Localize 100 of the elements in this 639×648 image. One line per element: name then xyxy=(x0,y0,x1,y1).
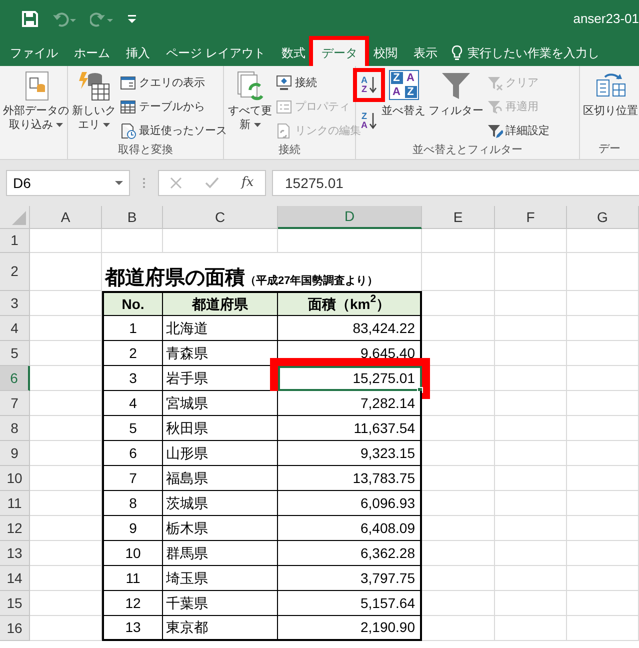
group-label: デー xyxy=(598,143,620,155)
table-cell: 7 xyxy=(102,466,163,491)
column-header[interactable]: E xyxy=(422,206,495,229)
table-cell: 83,424.22 xyxy=(278,316,422,341)
table-cell: 6,408.09 xyxy=(278,516,422,541)
funnel-icon xyxy=(486,99,502,115)
table-cell: 5,157.64 xyxy=(278,591,422,616)
table-cell: 秋田県 xyxy=(163,416,278,441)
lightbulb-icon xyxy=(451,45,464,61)
table-cell: 9,323.15 xyxy=(278,441,422,466)
table-cell: 山形県 xyxy=(163,441,278,466)
ribbon-tab[interactable]: 挿入 xyxy=(118,40,158,66)
function-button[interactable]: fx xyxy=(242,173,254,193)
row-header[interactable]: 3 xyxy=(0,291,30,316)
ribbon-button[interactable]: 最近使ったソース xyxy=(120,120,227,142)
ribbon-button[interactable]: 区切り位置 xyxy=(583,70,638,118)
row-header[interactable]: 14 xyxy=(0,566,30,591)
table-cell: 東京都 xyxy=(163,616,278,641)
formula-field[interactable]: 15275.01 xyxy=(272,170,639,196)
ribbon-tab[interactable]: 表示 xyxy=(405,40,446,66)
column-header[interactable]: D xyxy=(278,206,422,229)
funnel-icon xyxy=(486,123,502,139)
ribbon-button[interactable]: 詳細設定 xyxy=(486,120,550,142)
table-cell: 3,797.75 xyxy=(278,566,422,591)
column-heading: 面積（km$^{2}$） xyxy=(278,291,422,316)
table-cell: 10 xyxy=(102,541,163,566)
arrow-icon xyxy=(368,76,376,94)
customize-icon[interactable] xyxy=(128,15,136,23)
row-header[interactable]: 12 xyxy=(0,516,30,541)
row-header[interactable]: 7 xyxy=(0,391,30,416)
table-cell: 13,783.75 xyxy=(278,466,422,491)
ribbon-tab[interactable]: データ xyxy=(313,40,366,66)
name-box[interactable]: D6 xyxy=(6,170,130,196)
table-cell: 7,282.14 xyxy=(278,391,422,416)
ribbon-button[interactable]: フィルター xyxy=(428,70,484,118)
row-header[interactable]: 8 xyxy=(0,416,30,441)
table-cell: 2,190.90 xyxy=(278,616,422,641)
ribbon-button[interactable]: テーブルから xyxy=(120,96,227,118)
ribbon-button[interactable]: 外部データの取り込み xyxy=(3,70,69,132)
ribbon-tab[interactable]: 校閲 xyxy=(365,40,406,66)
ribbon-tab[interactable]: ホーム xyxy=(66,40,118,66)
table-cell: 6,362.28 xyxy=(278,541,422,566)
table-cell: 11 xyxy=(102,566,163,591)
ribbon-tab[interactable]: 数式 xyxy=(273,40,314,66)
tell-me-field[interactable]: 実行したい作業を入力し xyxy=(467,44,600,62)
row-header[interactable]: 1 xyxy=(0,229,30,253)
ribbon-button[interactable]: すべて更新 xyxy=(227,70,273,132)
ribbon-button[interactable]: 新しいクエリ xyxy=(71,70,117,132)
table-cell: 宮城県 xyxy=(163,391,278,416)
table-cell: 5 xyxy=(102,416,163,441)
sort-button[interactable]: A Z xyxy=(359,74,378,96)
table-cell: 8 xyxy=(102,491,163,516)
sheet-title: 都道府県の面積 xyxy=(105,268,245,288)
row-header[interactable]: 4 xyxy=(0,316,30,341)
ribbon-tab[interactable]: ページ レイアウト xyxy=(158,40,274,66)
sort-button[interactable]: Z A xyxy=(359,110,378,132)
list-icon xyxy=(276,99,292,115)
clock-icon xyxy=(120,123,136,139)
row-header[interactable]: 11 xyxy=(0,491,30,516)
column-header[interactable]: G xyxy=(567,206,639,229)
column-heading: 都道府県 xyxy=(163,291,278,316)
monitor-icon xyxy=(276,75,292,91)
row-header[interactable]: 6 xyxy=(0,366,30,391)
row-header[interactable]: 9 xyxy=(0,441,30,466)
group-label: 並べ替えとフィルター xyxy=(412,144,522,156)
funnel-icon xyxy=(440,70,472,102)
table-cell: 福島県 xyxy=(163,466,278,491)
ribbon-button[interactable]: 接続 xyxy=(276,72,361,94)
caret-icon xyxy=(115,181,123,185)
column-header[interactable]: C xyxy=(163,206,278,229)
table-cell: 茨城県 xyxy=(163,491,278,516)
link-icon xyxy=(276,123,292,139)
table-icon xyxy=(120,99,136,115)
table-cell: 4 xyxy=(102,391,163,416)
document-title: anser23-01 xyxy=(573,10,639,28)
table-cell: 千葉県 xyxy=(163,591,278,616)
group-label: 取得と変換 xyxy=(118,144,173,156)
table-cell: 13 xyxy=(102,616,163,641)
database-icon xyxy=(78,70,110,102)
table-cell: 9 xyxy=(102,516,163,541)
column-header[interactable]: A xyxy=(30,206,102,229)
column-header[interactable]: F xyxy=(495,206,567,229)
arrow-icon xyxy=(368,112,376,130)
close-icon xyxy=(170,177,182,189)
save-icon[interactable] xyxy=(22,11,38,27)
window-icon xyxy=(120,75,136,91)
row-header[interactable]: 15 xyxy=(0,591,30,616)
column-header[interactable]: B xyxy=(102,206,163,229)
row-header[interactable]: 10 xyxy=(0,466,30,491)
ribbon-button[interactable]: Z A A Z 並べ替え xyxy=(382,70,426,118)
ribbon-button[interactable]: クエリの表示 xyxy=(120,72,227,94)
row-header[interactable]: 5 xyxy=(0,341,30,366)
table-cell: 北海道 xyxy=(163,316,278,341)
table-cell: 青森県 xyxy=(163,341,278,366)
row-header[interactable]: 2 xyxy=(0,253,30,291)
ribbon-tab[interactable]: ファイル xyxy=(2,40,66,66)
row-header[interactable]: 16 xyxy=(0,616,30,641)
row-header[interactable]: 13 xyxy=(0,541,30,566)
table-cell: 11,637.54 xyxy=(278,416,422,441)
check-icon xyxy=(204,177,219,189)
